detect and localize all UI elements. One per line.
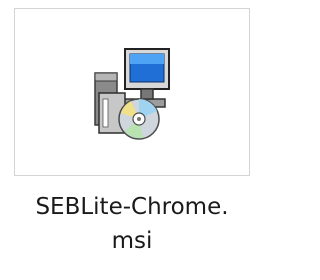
file-name-line-1: SEBLite-Chrome. (35, 194, 229, 220)
file-name-label: SEBLite-Chrome. msi (14, 190, 250, 258)
msi-installer-icon (94, 48, 170, 140)
desktop-area: SEBLite-Chrome. msi (0, 0, 264, 280)
file-thumbnail-frame (14, 8, 250, 176)
file-item-seblite-chrome-msi[interactable]: SEBLite-Chrome. msi (14, 8, 250, 274)
file-name-line-2: msi (111, 228, 153, 254)
